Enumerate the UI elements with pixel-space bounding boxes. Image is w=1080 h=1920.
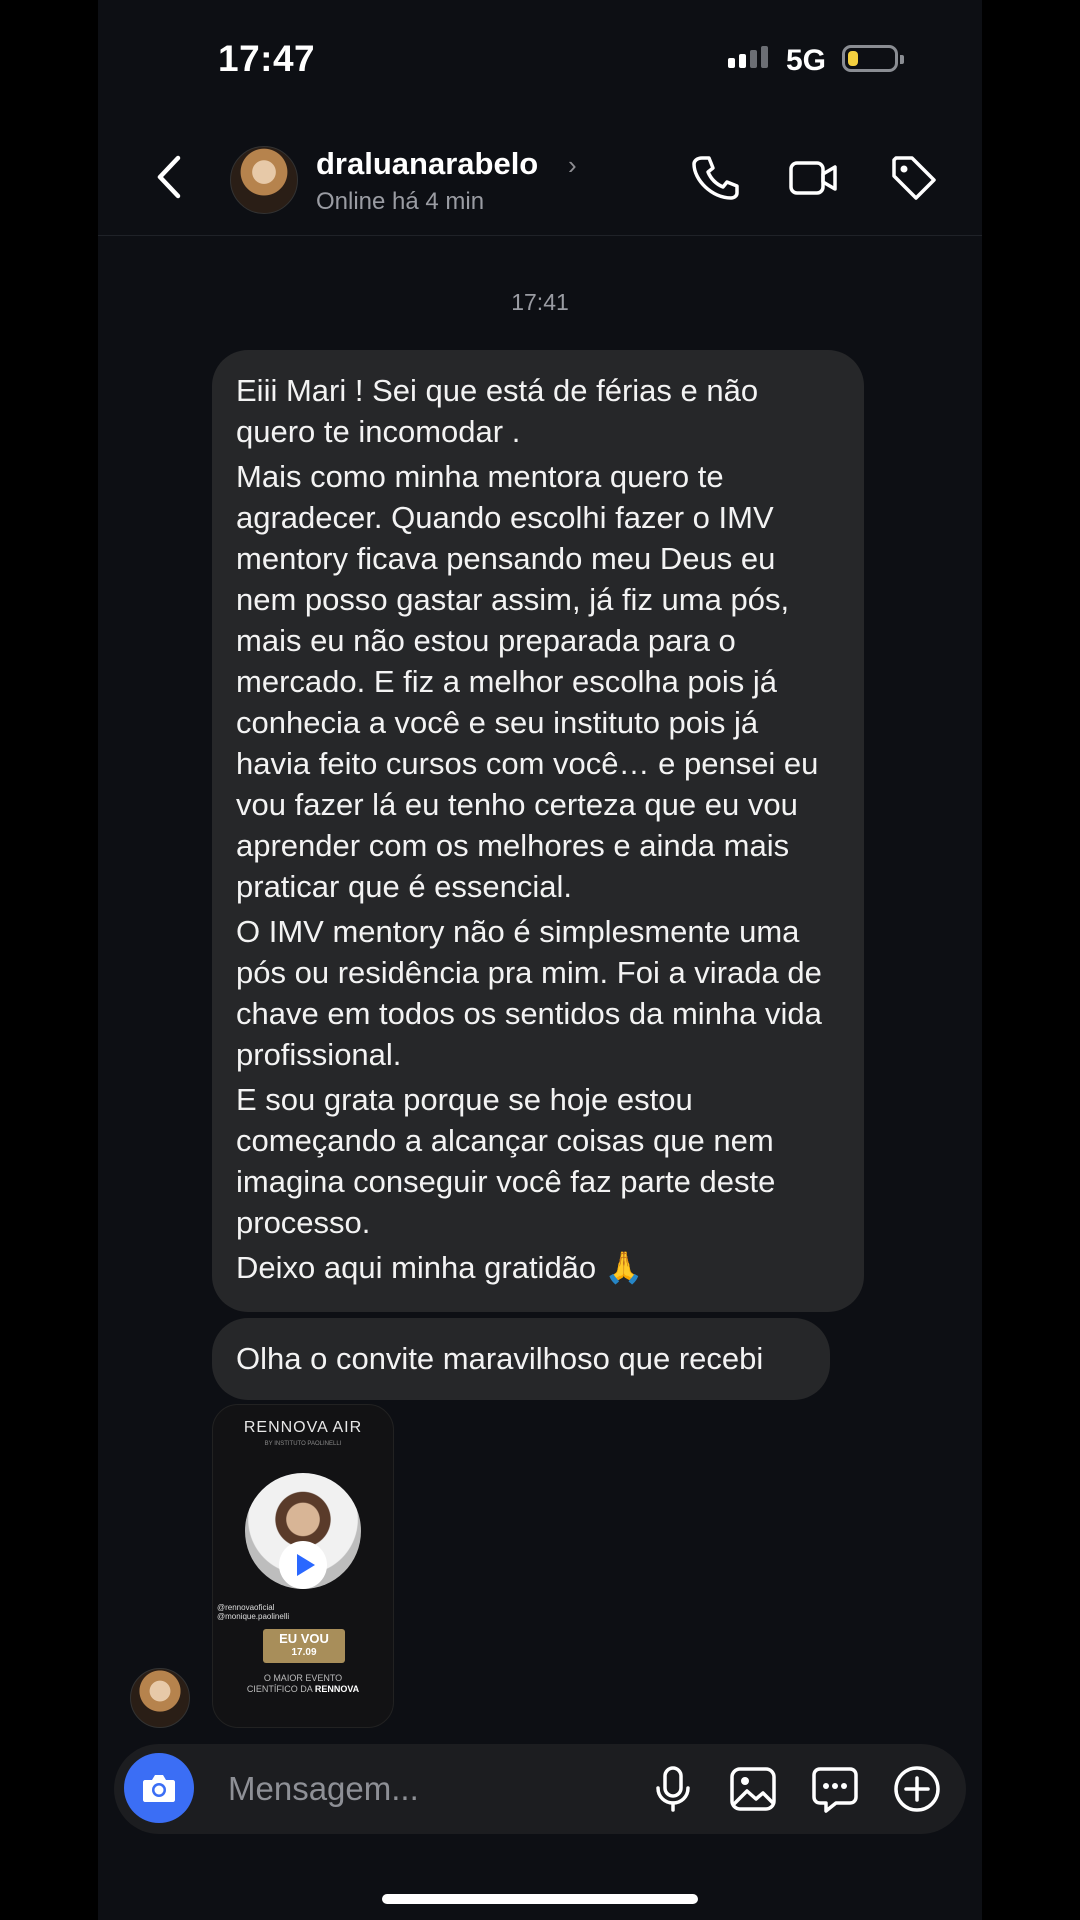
media-ticket: EU VOU 17.09 (263, 1629, 345, 1663)
message-paragraph: Eiii Mari ! Sei que está de férias e não… (236, 373, 759, 449)
contact-status: Online há 4 min (316, 188, 485, 215)
media-logo-sub: BY INSTITUTO PAOLINELLI (264, 1441, 342, 1447)
message-bubble[interactable]: Eiii Mari ! Sei que está de férias e não… (212, 350, 864, 1312)
media-logo: RENNOVA AIR (243, 1419, 363, 1436)
phone-icon[interactable] (688, 152, 740, 204)
footer-line2-brand: RENNOVA (314, 1684, 360, 1694)
home-indicator[interactable] (382, 1894, 698, 1904)
network-label: 5G (786, 44, 827, 77)
media-tag: @rennovaoficial (217, 1603, 275, 1612)
message-paragraph: E sou grata porque se hoje estou começan… (236, 1082, 776, 1240)
microphone-icon[interactable] (648, 1764, 698, 1814)
back-icon[interactable] (152, 152, 186, 202)
ticket-line2: 17.09 (291, 1647, 317, 1658)
message-timestamp: 17:41 (511, 289, 569, 315)
message-paragraph: Deixo aqui minha gratidão 🙏 (236, 1250, 644, 1285)
header-divider (98, 235, 982, 236)
dm-screen: 17:47 5G draluanarabelo › Online há 4 mi… (98, 0, 982, 1920)
camera-button[interactable] (124, 1753, 194, 1823)
play-icon[interactable] (279, 1541, 327, 1589)
sticker-icon[interactable] (810, 1764, 860, 1814)
signal-icon (728, 46, 768, 68)
avatar[interactable] (230, 146, 298, 214)
chevron-right-icon[interactable]: › (568, 150, 577, 181)
gallery-icon[interactable] (728, 1764, 778, 1814)
message-input[interactable]: Mensagem... (228, 1770, 419, 1808)
add-icon[interactable] (892, 1764, 942, 1814)
camera-icon (143, 1775, 175, 1802)
status-time: 17:47 (218, 38, 316, 79)
footer-line2-prefix: CIENTÍFICO DA (246, 1684, 313, 1694)
media-tag: @monique.paolinelli (217, 1612, 290, 1621)
message-bubble[interactable]: Olha o convite maravilhoso que recebi (212, 1318, 830, 1400)
message-composer: Mensagem... (114, 1744, 966, 1834)
media-tags: @rennovaoficial @monique.paolinelli (217, 1603, 289, 1621)
video-icon[interactable] (788, 152, 840, 204)
shared-reel-preview[interactable]: RENNOVA AIR BY INSTITUTO PAOLINELLI @ren… (212, 1404, 394, 1728)
media-footer: O MAIOR EVENTO CIENTÍFICO DA RENNOVA (213, 1673, 393, 1695)
battery-icon (842, 45, 904, 72)
contact-username[interactable]: draluanarabelo (316, 146, 538, 182)
sender-avatar[interactable] (130, 1668, 190, 1728)
footer-line1: O MAIOR EVENTO (263, 1673, 343, 1683)
tag-icon[interactable] (888, 152, 940, 204)
ticket-line1: EU VOU (279, 1631, 329, 1646)
message-paragraph: Mais como minha mentora quero te agradec… (236, 459, 819, 904)
message-paragraph: O IMV mentory não é simplesmente uma pós… (236, 914, 822, 1072)
